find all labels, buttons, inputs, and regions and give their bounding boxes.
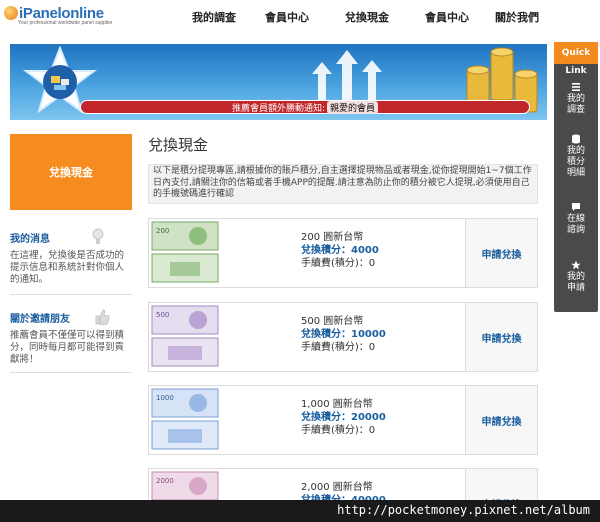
intro-notice: 以下是積分提現專區,請根據你的賬戶積分,自主選擇提現物品或者現金,從你提現開始1… bbox=[148, 164, 538, 204]
quick-link-label: Link bbox=[565, 66, 587, 76]
quick-my-points[interactable]: 我的積分明細 bbox=[554, 134, 598, 179]
offer-fee: 手續費(積分)：0 bbox=[301, 342, 376, 353]
sidebar-divider bbox=[10, 294, 132, 295]
apply-redeem-button[interactable]: 申請兌換 bbox=[465, 386, 537, 454]
redeem-offer-card: 200 200 圓新台幣 兌換積分：4000 手續費(積分)：0 申請兌換 bbox=[148, 218, 538, 288]
offer-amount: 2,000 圓新台幣 bbox=[301, 482, 373, 493]
main-nav: 我的調查 會員中心 兌換現金 會員中心 關於我們 bbox=[180, 9, 548, 25]
redeem-cash-button[interactable]: 兌換現金 bbox=[10, 134, 132, 210]
nav-member-center[interactable]: 會員中心 bbox=[248, 9, 326, 25]
promo-banner: 推薦會員額外勝動通知: 親愛的會員 bbox=[10, 44, 547, 120]
ticker-label: 推薦會員額外勝動通知: bbox=[231, 103, 326, 114]
nav-my-surveys[interactable]: 我的調查 bbox=[180, 9, 248, 25]
quick-online-help[interactable]: 在線諮詢 bbox=[554, 202, 598, 236]
banknote-200-image: 200 bbox=[151, 221, 219, 283]
nav-redeem-cash[interactable]: 兌換現金 bbox=[326, 9, 408, 25]
offer-points: 兌換積分：10000 bbox=[301, 329, 386, 340]
star-icon bbox=[571, 260, 581, 270]
page: iPanelonline Your professional worldwide… bbox=[0, 0, 600, 522]
logo-tagline: Your professional worldwide panel suppli… bbox=[18, 20, 113, 26]
offer-info: 1,000 圓新台幣 兌換積分：20000 手續費(積分)：0 bbox=[301, 398, 386, 437]
invite-friends-title[interactable]: 關於邀請朋友 bbox=[10, 308, 132, 326]
logo-text: iPanelonline bbox=[19, 4, 104, 22]
redeem-offer-card: 500 500 圓新台幣 兌換積分：10000 手續費(積分)：0 申請兌換 bbox=[148, 302, 538, 372]
ticker-bar: 推薦會員額外勝動通知: 親愛的會員 bbox=[80, 100, 530, 114]
svg-text:500: 500 bbox=[156, 311, 169, 319]
page-title: 兌換現金 bbox=[148, 136, 209, 154]
offer-info: 200 圓新台幣 兌換積分：4000 手續費(積分)：0 bbox=[301, 231, 379, 270]
sidebar-divider bbox=[10, 372, 132, 373]
svg-text:2000: 2000 bbox=[156, 477, 174, 485]
quick-link-panel: Quick Link 我的調查 我的積分明細 在線諮詢 我的申請 bbox=[554, 42, 598, 312]
quick-item-label: 我的積分明細 bbox=[566, 146, 585, 178]
invite-friends-text: 推薦會員不僅僅可以得到積分，同時每月都可能得到貢獻將！ bbox=[10, 330, 125, 365]
offer-amount: 1,000 圓新台幣 bbox=[301, 399, 373, 410]
ticker-highlight: 親愛的會員 bbox=[327, 100, 379, 114]
my-messages-section: 我的消息 在這裡，兌換後是否成功的提示信息和系統計對你個人的通知。 bbox=[10, 228, 132, 286]
redeem-offer-card: 1000 1,000 圓新台幣 兌換積分：20000 手續費(積分)：0 申請兌… bbox=[148, 385, 538, 455]
chat-bubble-icon bbox=[572, 203, 580, 211]
my-messages-text: 在這裡，兌換後是否成功的提示信息和系統計對你個人的通知。 bbox=[10, 250, 125, 285]
apply-redeem-button[interactable]: 申請兌換 bbox=[465, 219, 537, 287]
my-messages-title[interactable]: 我的消息 bbox=[10, 228, 132, 246]
top-navigation: iPanelonline Your professional worldwide… bbox=[0, 0, 600, 34]
nav-about-us[interactable]: 關於我們 bbox=[486, 9, 548, 25]
database-icon bbox=[572, 134, 580, 144]
quick-item-label: 在線諮詢 bbox=[566, 214, 585, 235]
quick-link-header: Quick bbox=[554, 42, 598, 64]
banknote-1000-image: 1000 bbox=[151, 388, 219, 450]
nav-member-center-2[interactable]: 會員中心 bbox=[408, 9, 486, 25]
logo-mark-icon bbox=[4, 6, 18, 20]
growth-arrows-icon bbox=[312, 50, 382, 102]
offer-fee: 手續費(積分)：0 bbox=[301, 258, 376, 269]
offer-fee: 手續費(積分)：0 bbox=[301, 425, 376, 436]
offer-info: 500 圓新台幣 兌換積分：10000 手續費(積分)：0 bbox=[301, 315, 386, 354]
quick-item-label: 我的調查 bbox=[566, 94, 585, 115]
quick-my-applications[interactable]: 我的申請 bbox=[554, 260, 598, 294]
lightbulb-icon bbox=[92, 228, 104, 244]
invite-friends-section: 關於邀請朋友 推薦會員不僅僅可以得到積分，同時每月都可能得到貢獻將！ bbox=[10, 308, 132, 366]
watermark-url: http://pocketmoney.pixnet.net/album bbox=[337, 503, 590, 517]
offer-amount: 200 圓新台幣 bbox=[301, 232, 364, 243]
svg-text:1000: 1000 bbox=[156, 394, 174, 402]
offer-amount: 500 圓新台幣 bbox=[301, 316, 364, 327]
thumbs-up-icon bbox=[95, 309, 110, 325]
apply-redeem-button[interactable]: 申請兌換 bbox=[465, 303, 537, 371]
offer-points: 兌換積分：4000 bbox=[301, 245, 379, 256]
watermark-bar: http://pocketmoney.pixnet.net/album bbox=[0, 500, 600, 522]
list-icon bbox=[572, 83, 580, 91]
svg-text:200: 200 bbox=[156, 227, 169, 235]
quick-item-label: 我的申請 bbox=[566, 272, 585, 293]
quick-my-surveys[interactable]: 我的調查 bbox=[554, 82, 598, 116]
offer-points: 兌換積分：20000 bbox=[301, 412, 386, 423]
banknote-500-image: 500 bbox=[151, 305, 219, 367]
